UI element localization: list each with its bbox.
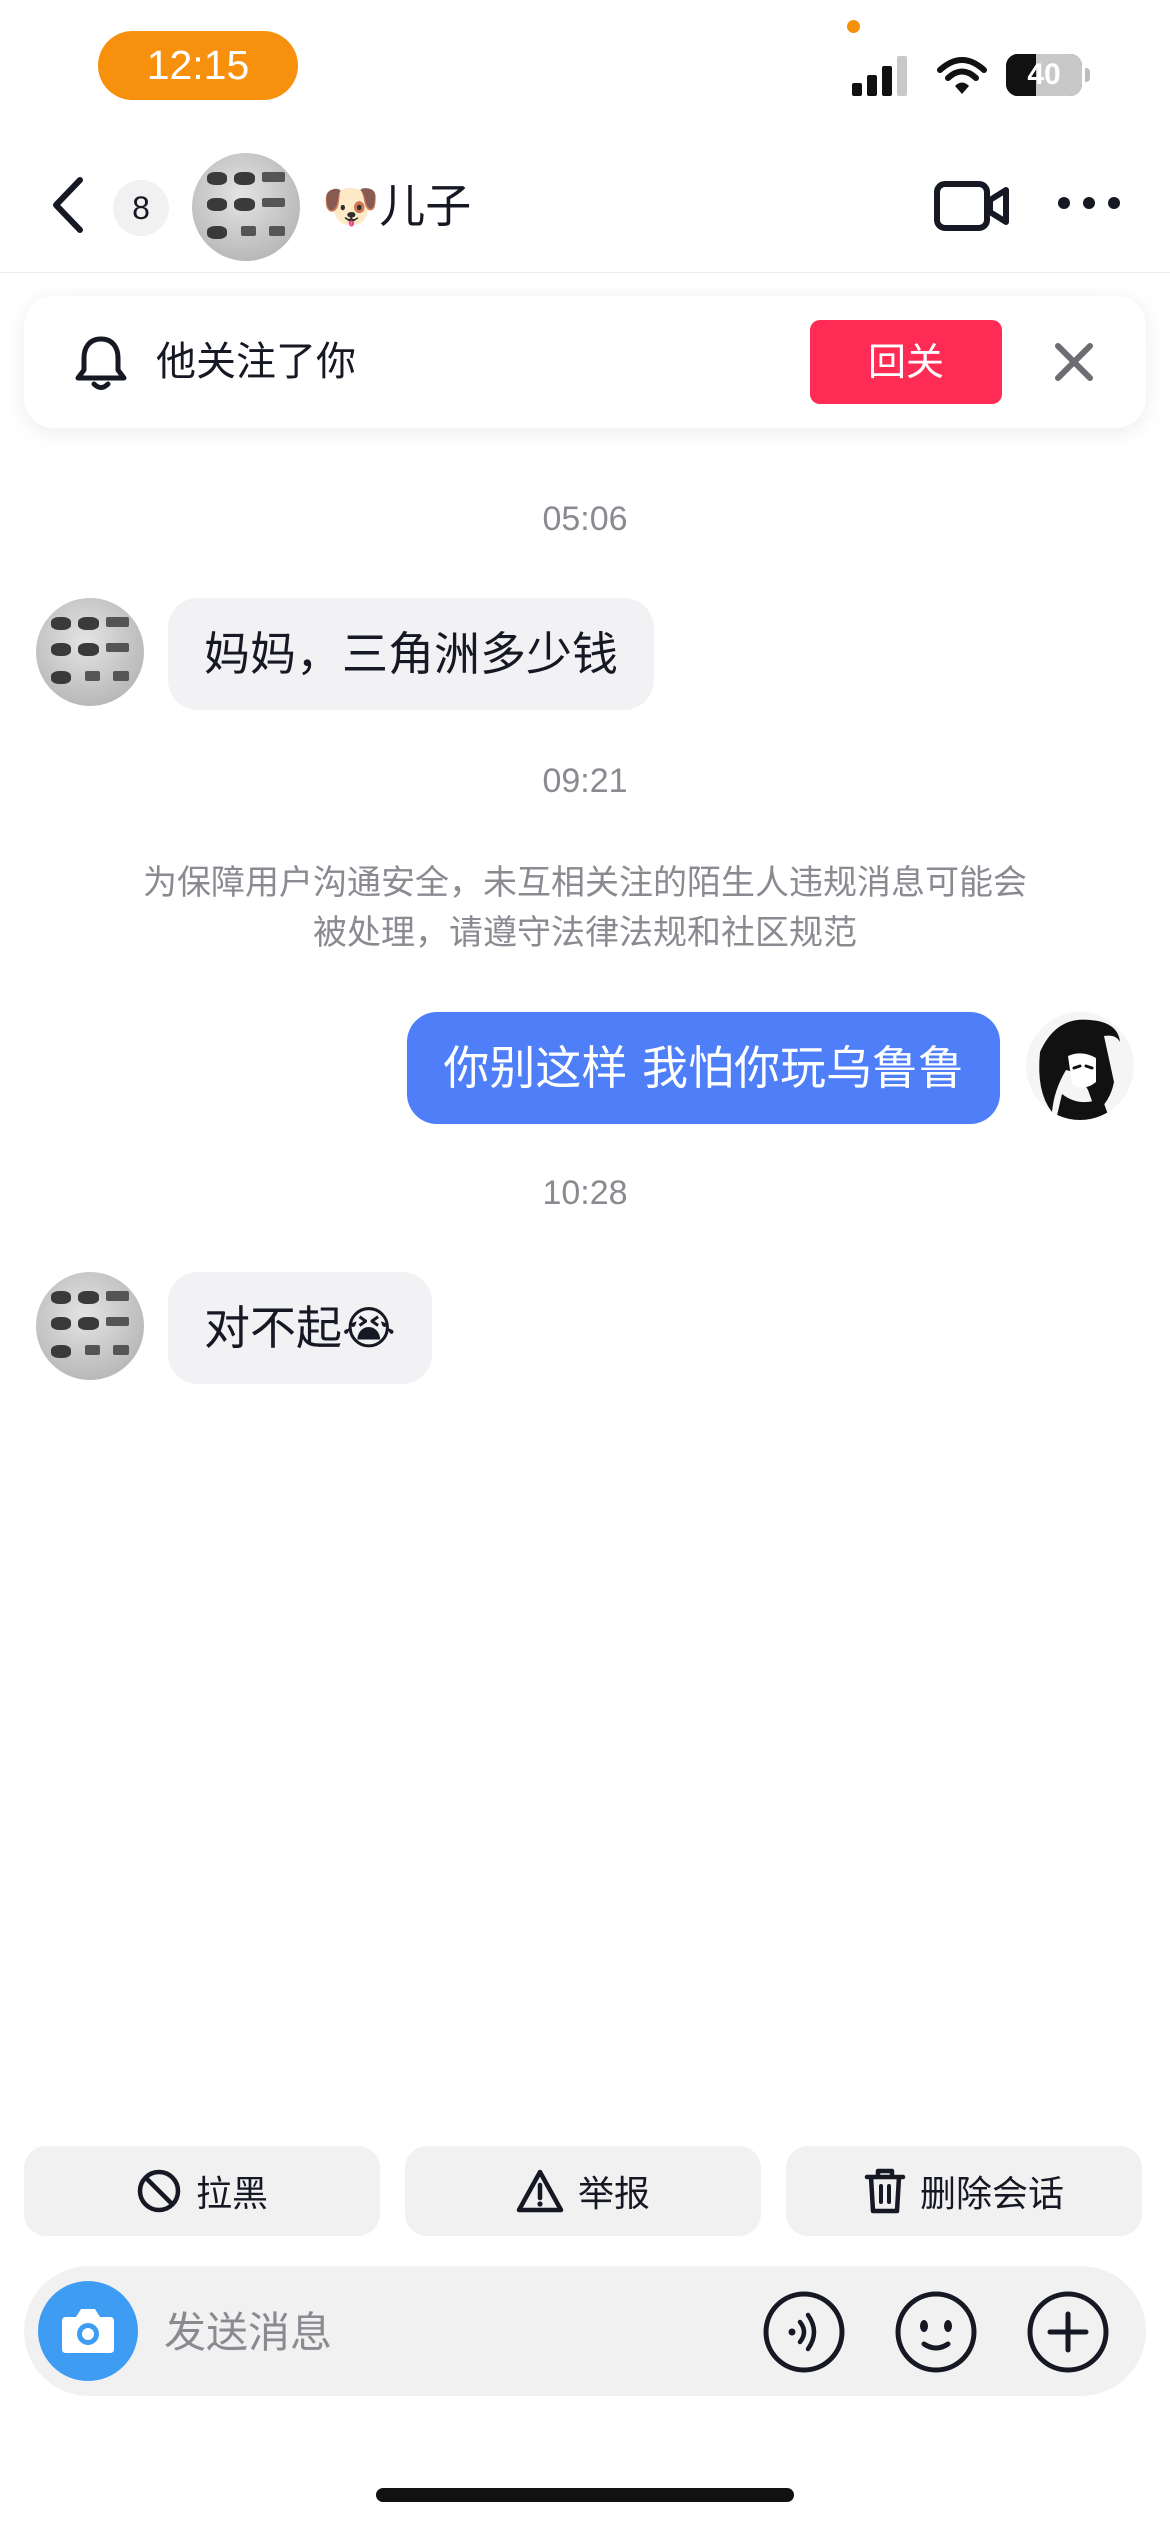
message-input[interactable] — [162, 2296, 726, 2368]
follow-notice-text: 他关注了你 — [156, 339, 356, 385]
privacy-indicator-dot — [847, 20, 860, 33]
battery-level: 40 — [1027, 58, 1061, 91]
battery-icon: 40 — [1006, 54, 1082, 96]
safety-notice: 为保障用户沟通安全，未互相关注的陌生人违规消息可能会被处理，请遵守法律法规和社区… — [143, 863, 1027, 953]
follow-back-button[interactable]: 回关 — [810, 320, 1002, 404]
wifi-icon — [937, 57, 987, 94]
back-icon[interactable] — [40, 170, 100, 240]
add-icon[interactable] — [1026, 2290, 1110, 2374]
video-call-icon[interactable] — [934, 178, 1010, 234]
unread-count-badge[interactable]: 8 — [113, 180, 169, 236]
contact-name[interactable]: 🐶儿子 — [322, 176, 471, 236]
message-timestamp: 10:28 — [542, 1174, 628, 1212]
message-composer — [24, 2266, 1146, 2396]
message-timestamp: 05:06 — [542, 500, 628, 538]
warning-icon — [516, 2169, 564, 2213]
contact-avatar[interactable] — [36, 1272, 144, 1380]
delete-conversation-label: 删除会话 — [919, 2174, 1064, 2215]
close-icon[interactable] — [1046, 334, 1102, 390]
user-avatar-illustration — [1026, 1012, 1134, 1120]
voice-icon[interactable] — [762, 2290, 846, 2374]
user-avatar[interactable] — [1026, 1012, 1134, 1120]
message-timestamp: 09:21 — [542, 762, 628, 800]
block-button[interactable]: 拉黑 — [24, 2146, 380, 2236]
report-label: 举报 — [577, 2174, 650, 2215]
report-button[interactable]: 举报 — [405, 2146, 761, 2236]
delete-conversation-button[interactable]: 删除会话 — [786, 2146, 1142, 2236]
outgoing-message-bubble[interactable]: 你别这样 我怕你玩乌鲁鲁 — [407, 1012, 1000, 1124]
camera-icon — [62, 2309, 114, 2353]
cellular-signal-icon — [852, 56, 907, 96]
battery-tip — [1085, 68, 1090, 82]
more-icon[interactable] — [1056, 188, 1122, 218]
incoming-message-bubble[interactable]: 对不起😭 — [168, 1272, 432, 1384]
chat-header: 8 🐶儿子 — [0, 140, 1170, 273]
emoji-icon[interactable] — [894, 2290, 978, 2374]
contact-avatar[interactable] — [36, 598, 144, 706]
contact-avatar[interactable] — [192, 153, 300, 261]
status-time: 12:15 — [98, 31, 298, 100]
block-label: 拉黑 — [195, 2174, 268, 2215]
home-indicator[interactable] — [376, 2488, 794, 2502]
follow-banner: 他关注了你 回关 — [24, 296, 1146, 428]
bell-icon — [75, 336, 127, 390]
incoming-message-bubble[interactable]: 妈妈，三角洲多少钱 — [168, 598, 654, 710]
camera-button[interactable] — [38, 2281, 138, 2381]
trash-icon — [864, 2168, 906, 2214]
block-icon — [137, 2169, 181, 2213]
